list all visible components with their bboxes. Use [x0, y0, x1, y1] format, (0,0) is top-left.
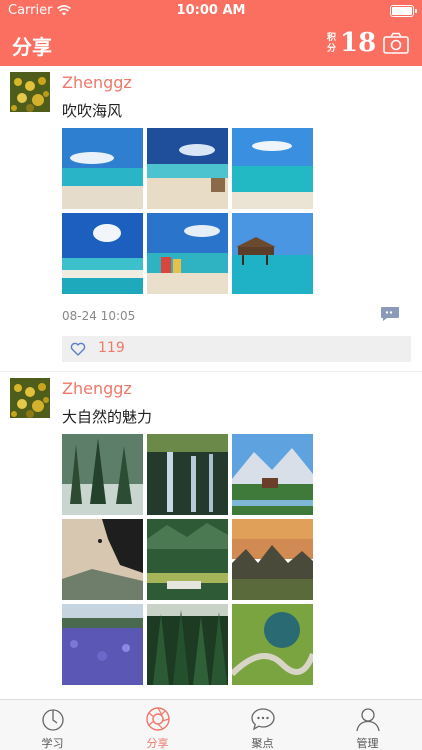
person-icon: [356, 708, 380, 732]
tab-bar: 学习 分享 聚点 管理: [0, 699, 422, 750]
forest-photo[interactable]: [62, 434, 143, 515]
aperture-icon: [146, 707, 170, 731]
tab-label: 分享: [146, 737, 169, 750]
tab-label: 聚点: [251, 737, 274, 750]
tab-share[interactable]: 分享: [105, 700, 210, 750]
battery-icon: [390, 5, 417, 17]
beach-photo[interactable]: [62, 128, 143, 209]
post-username[interactable]: Zhenggz: [62, 73, 132, 92]
comment-icon[interactable]: [380, 306, 400, 322]
clock: 10:00 AM: [176, 3, 246, 18]
tab-study[interactable]: 学习: [0, 700, 105, 750]
likes-bar: 119: [62, 336, 411, 362]
clock-icon: [42, 709, 64, 731]
chat-bubble-icon: [251, 708, 275, 731]
beach-photo[interactable]: [232, 128, 313, 209]
post-card: Zhenggz 吹吹海风 08-24 10:05 119: [0, 66, 422, 372]
share-feed[interactable]: Zhenggz 吹吹海风 08-24 10:05 119 Zhenggz 大自然…: [0, 66, 422, 699]
likes-count: 119: [98, 340, 125, 356]
valley-photo[interactable]: [147, 519, 228, 600]
beach-photo[interactable]: [232, 213, 313, 294]
navigation-bar: 分享 积分 18: [0, 22, 422, 66]
mountain-village-photo[interactable]: [232, 434, 313, 515]
tab-label: 学习: [41, 737, 64, 750]
post-timestamp: 08-24 10:05: [62, 309, 136, 323]
pine-forest-photo[interactable]: [147, 604, 228, 685]
heart-icon[interactable]: [70, 342, 86, 356]
tab-gathering[interactable]: 聚点: [210, 700, 315, 750]
avatar[interactable]: [10, 378, 50, 418]
tab-label: 管理: [356, 737, 379, 750]
post-text: 大自然的魅力: [62, 408, 153, 426]
photo-grid: [62, 128, 314, 294]
camera-icon[interactable]: [383, 32, 409, 54]
beach-photo[interactable]: [62, 213, 143, 294]
photo-grid: [62, 434, 314, 686]
score-value: 18: [340, 28, 377, 58]
lavender-field-photo[interactable]: [62, 604, 143, 685]
page-title: 分享: [12, 35, 52, 59]
cliff-climber-photo[interactable]: [62, 519, 143, 600]
sunset-hills-photo[interactable]: [232, 519, 313, 600]
post-username[interactable]: Zhenggz: [62, 379, 132, 398]
score-label: 积分: [327, 33, 337, 54]
status-bar: Carrier 10:00 AM: [0, 0, 422, 22]
avatar[interactable]: [10, 72, 50, 112]
tab-manage[interactable]: 管理: [315, 700, 420, 750]
post-text: 吹吹海风: [62, 102, 123, 120]
winding-road-photo[interactable]: [232, 604, 313, 685]
post-card: Zhenggz 大自然的魅力: [0, 372, 422, 699]
waterfall-photo[interactable]: [147, 434, 228, 515]
beach-photo[interactable]: [147, 213, 228, 294]
beach-photo[interactable]: [147, 128, 228, 209]
